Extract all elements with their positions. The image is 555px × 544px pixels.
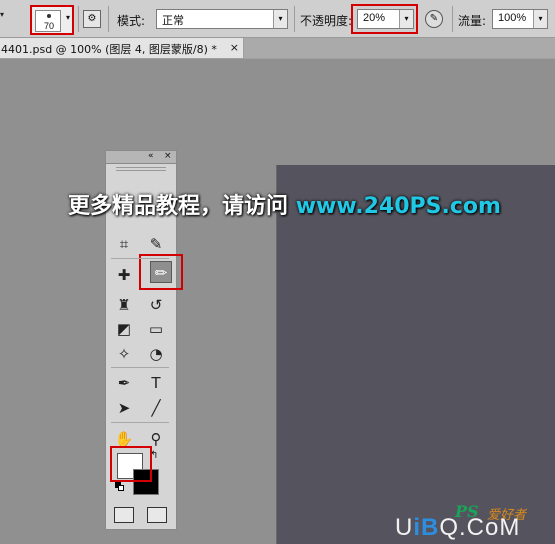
brush-tool-highlight — [139, 254, 183, 290]
gradient-tool-icon[interactable]: ▭ — [145, 318, 167, 340]
opacity-input[interactable]: 20% ▾ — [357, 9, 414, 29]
flow-input[interactable]: 100% ▾ — [492, 9, 548, 29]
watermark-text: 更多精品教程，请访问 www.240PS.com — [68, 188, 548, 219]
chevron-down-icon[interactable]: ▾ — [399, 10, 413, 28]
path-selection-tool-icon[interactable]: ➤ — [113, 397, 135, 419]
foreground-color-highlight — [110, 446, 152, 482]
collapse-icon[interactable]: « — [148, 151, 154, 161]
separator — [78, 6, 79, 32]
separator — [108, 6, 109, 32]
separator — [452, 6, 453, 32]
type-tool-icon[interactable]: T — [145, 372, 167, 394]
opacity-value: 20% — [363, 12, 386, 24]
tool-separator — [111, 422, 169, 423]
logo-uibq: UiBQ.CoM — [395, 514, 521, 541]
options-bar: ▾ 70 ▾ ⚙ 模式: 正常 ▾ 不透明度: 20% ▾ ✎ 流量: 100%… — [0, 0, 555, 38]
screen-mode-icon[interactable] — [147, 507, 167, 523]
default-colors-icon[interactable] — [115, 482, 125, 492]
document-canvas[interactable] — [276, 165, 555, 544]
blend-mode-value: 正常 — [162, 15, 184, 27]
chevron-down-icon[interactable]: ▾ — [533, 10, 547, 28]
crop-tool-icon[interactable]: ⌗ — [113, 233, 135, 255]
tool-preset-arrow[interactable]: ▾ — [0, 10, 8, 26]
healing-brush-tool-icon[interactable]: ✚ — [113, 264, 135, 286]
close-icon[interactable]: × — [164, 151, 172, 161]
tab-strip — [244, 38, 555, 59]
history-brush-tool-icon[interactable]: ↺ — [145, 294, 167, 316]
tool-separator — [111, 258, 169, 259]
blend-mode-select[interactable]: 正常 ▾ — [156, 9, 288, 29]
brush-preset-picker[interactable]: 70 ▾ — [30, 5, 74, 35]
line-tool-icon[interactable]: ╱ — [145, 397, 167, 419]
swap-colors-icon[interactable]: ↰ — [150, 450, 158, 461]
brush-tip-preview: 70 — [35, 10, 61, 32]
close-icon[interactable]: × — [230, 41, 239, 54]
flow-label: 流量: — [458, 14, 487, 28]
document-tab[interactable]: 4401.psd @ 100% (图层 4, 图层蒙版/8) * × — [0, 38, 244, 59]
panel-grip[interactable] — [116, 167, 166, 171]
watermark-chinese: 更多精品教程，请访问 — [68, 194, 289, 219]
brush-tip-icon — [47, 14, 51, 18]
site-logo: PS 爱好者 UiBQ.CoM — [395, 502, 555, 544]
pressure-opacity-icon[interactable]: ✎ — [425, 10, 443, 28]
brush-panel-toggle-icon[interactable]: ⚙ — [83, 10, 101, 28]
separator — [294, 6, 295, 32]
mode-label: 模式: — [117, 14, 146, 28]
flow-value: 100% — [498, 12, 527, 24]
opacity-label: 不透明度: — [300, 14, 353, 28]
tool-separator — [111, 367, 169, 368]
dodge-tool-icon[interactable]: ◔ — [145, 343, 167, 365]
brush-size-value: 70 — [43, 21, 54, 31]
brush-picker-arrow-icon[interactable]: ▾ — [66, 13, 70, 22]
document-title: 4401.psd @ 100% (图层 4, 图层蒙版/8) * — [1, 43, 217, 56]
chevron-down-icon: ▾ — [273, 10, 287, 28]
tools-panel-header[interactable]: « × — [106, 151, 176, 164]
eraser-tool-icon[interactable]: ◩ — [113, 318, 135, 340]
blur-tool-icon[interactable]: ✧ — [113, 343, 135, 365]
clone-stamp-tool-icon[interactable]: ♜ — [113, 294, 135, 316]
eyedropper-tool-icon[interactable]: ✎ — [145, 233, 167, 255]
pen-tool-icon[interactable]: ✒ — [113, 372, 135, 394]
watermark-url: www.240PS.com — [295, 194, 501, 219]
quick-mask-icon[interactable] — [114, 507, 134, 523]
